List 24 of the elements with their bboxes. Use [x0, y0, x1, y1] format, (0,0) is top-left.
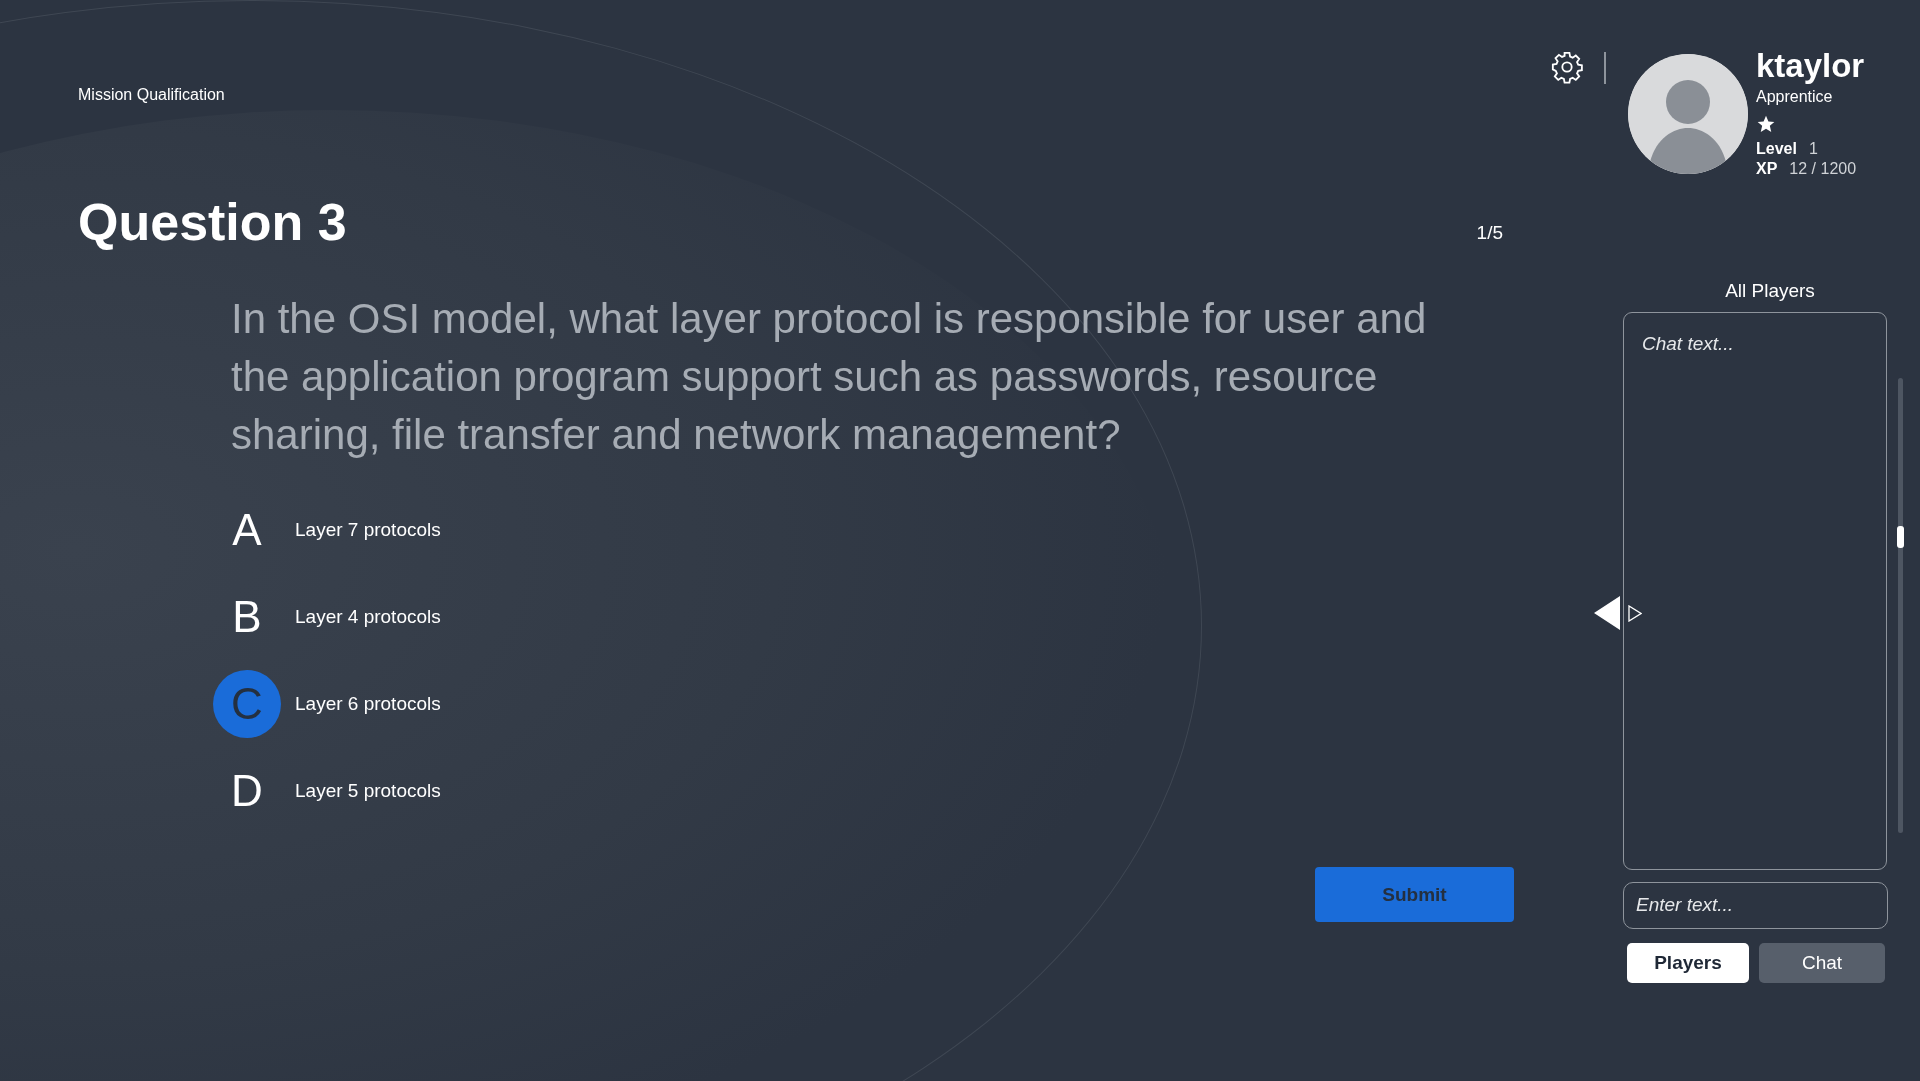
question-counter: 1/5	[1476, 222, 1503, 244]
panel-tab[interactable]: Players	[1627, 942, 1749, 983]
user-rank: Apprentice	[1756, 87, 1834, 106]
expand-arrow-icon[interactable]	[1628, 605, 1642, 622]
xp-value: 12 / 1200	[1789, 159, 1857, 178]
collapse-arrow-icon[interactable]	[1594, 596, 1620, 630]
scroll-thumb[interactable]	[1897, 526, 1904, 548]
chat-text-field[interactable]: Chat text...	[1623, 311, 1887, 870]
level-label: Level	[1756, 139, 1797, 158]
question-title: Question 3	[78, 196, 347, 248]
panel-title: All Players	[1725, 279, 1815, 302]
username: ktaylor	[1756, 46, 1865, 86]
chat-input-field[interactable]: Enter text...	[1623, 881, 1888, 929]
panel-tab[interactable]: Chat	[1759, 942, 1885, 983]
answer-option[interactable]: D Layer 5 protocols	[213, 757, 441, 825]
question-text: In the OSI model, what layer protocol is responsible for user and the application program support such as passwords, resource sharing, file transfer and network management?	[231, 294, 1428, 460]
level-value: 1	[1808, 139, 1818, 158]
section-label: Mission Qualification	[78, 86, 225, 104]
xp-label: XP	[1756, 159, 1778, 178]
scrollbar[interactable]	[1898, 378, 1903, 833]
settings-icon[interactable]	[1550, 50, 1584, 84]
answer-option[interactable]: C Layer 6 protocols	[213, 670, 441, 738]
answer-option[interactable]: B Layer 4 protocols	[213, 583, 441, 651]
answer-option[interactable]: A Layer 7 protocols	[213, 496, 441, 564]
